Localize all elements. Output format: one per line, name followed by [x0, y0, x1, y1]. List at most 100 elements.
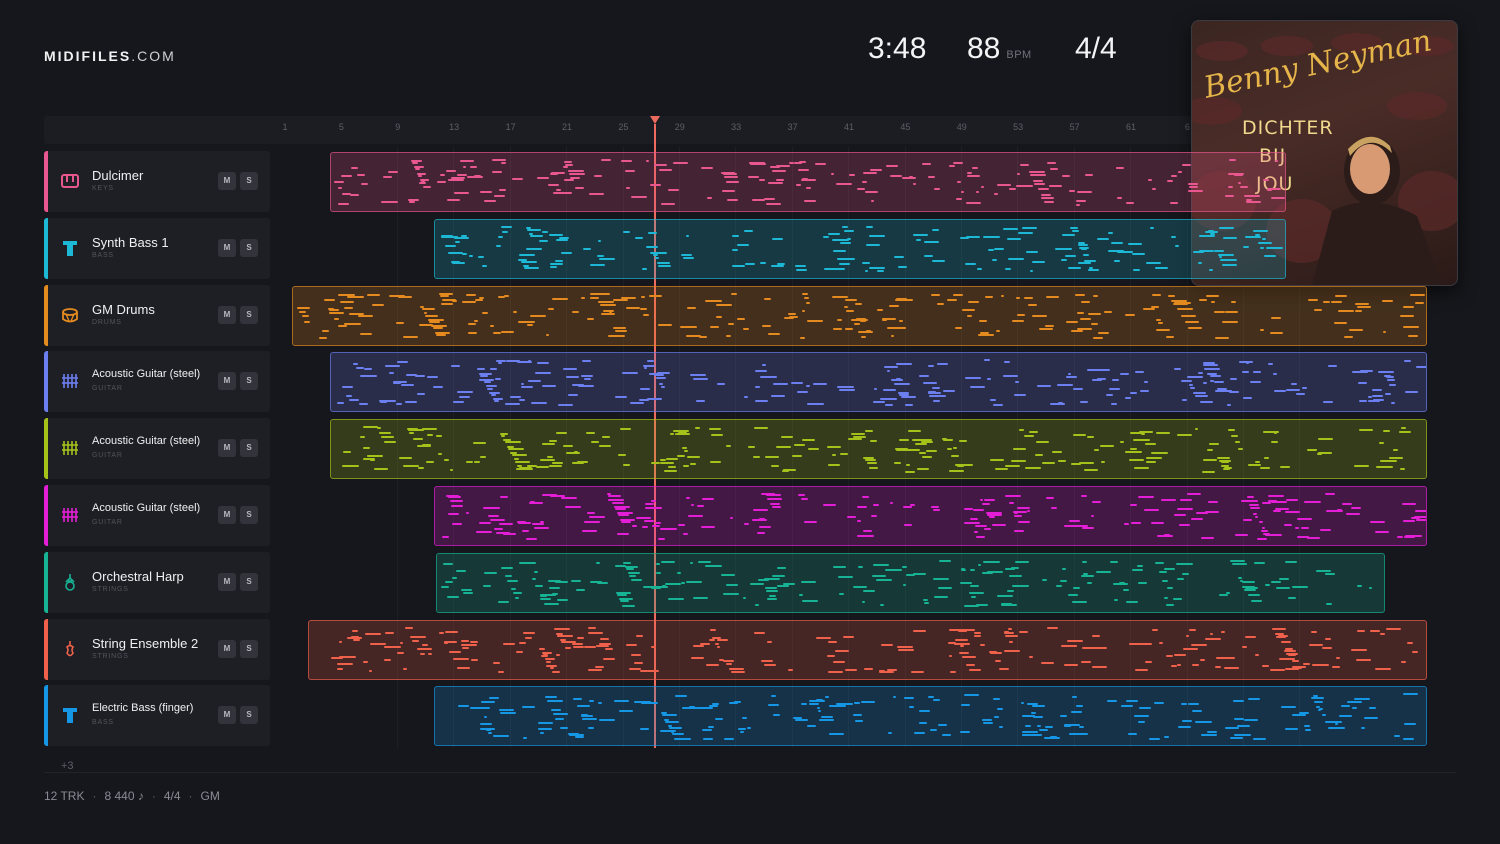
midi-note [936, 303, 945, 306]
midi-note [839, 452, 849, 455]
midi-note [1243, 245, 1249, 248]
midi-note [396, 402, 403, 405]
playhead-handle[interactable] [650, 116, 660, 124]
midi-note [461, 253, 467, 256]
midi-note [717, 460, 722, 463]
tempo-display: 88 BPM [967, 32, 1032, 66]
track-header[interactable]: GM Drums DRUMS M S [44, 284, 270, 346]
midi-note [771, 237, 784, 240]
midi-region[interactable] [434, 486, 1428, 546]
ruler-bar-label: 5 [338, 122, 344, 132]
midi-note [970, 386, 985, 389]
midi-note [1271, 580, 1281, 583]
midi-note [1119, 372, 1129, 375]
midi-note [597, 701, 602, 704]
midi-note [1382, 299, 1393, 302]
track-header[interactable]: Dulcimer KEYS M S [44, 151, 270, 212]
midi-region[interactable] [434, 686, 1428, 747]
more-tracks-label[interactable]: +3 [61, 760, 74, 772]
solo-button[interactable]: S [240, 238, 258, 257]
solo-button[interactable]: S [240, 172, 258, 190]
midi-note [639, 727, 650, 730]
midi-region[interactable] [330, 152, 1287, 212]
midi-note [511, 454, 527, 457]
mute-button[interactable]: M [218, 372, 236, 391]
midi-region[interactable] [307, 619, 1428, 680]
mute-button[interactable]: M [218, 572, 236, 591]
midi-note [1068, 266, 1082, 269]
midi-note [348, 399, 359, 402]
midi-note [754, 631, 766, 634]
solo-button[interactable]: S [240, 572, 258, 591]
midi-note [383, 658, 391, 661]
midi-note [526, 247, 542, 250]
track-header[interactable]: Synth Bass 1 BASS M S [44, 217, 270, 279]
midi-note [1169, 201, 1178, 204]
site-logo[interactable]: MIDIFILES.COM [44, 48, 176, 64]
mute-button[interactable]: M [218, 305, 236, 324]
mute-button[interactable]: M [218, 506, 236, 524]
midi-note [768, 595, 776, 598]
midi-note [818, 710, 822, 713]
midi-note [1322, 301, 1330, 304]
midi-note [1039, 728, 1048, 731]
midi-region[interactable] [292, 285, 1428, 346]
midi-note [1369, 521, 1386, 524]
time-signature: 4/4 [1075, 32, 1117, 65]
solo-button[interactable]: S [240, 706, 258, 725]
midi-note [544, 695, 557, 698]
midi-note [1177, 725, 1192, 728]
midi-note [1079, 318, 1092, 321]
midi-note [1024, 435, 1035, 438]
midi-note [951, 455, 960, 458]
midi-region[interactable] [435, 552, 1385, 613]
midi-note [500, 712, 516, 715]
solo-button[interactable]: S [240, 372, 258, 391]
midi-note [922, 598, 928, 601]
midi-region[interactable] [434, 218, 1287, 279]
midi-note [549, 586, 561, 589]
midi-note [1401, 426, 1407, 429]
midi-note [1267, 188, 1273, 191]
track-header[interactable]: Acoustic Guitar (steel) GUITAR M S [44, 418, 270, 480]
midi-note [447, 199, 460, 202]
midi-note [844, 230, 854, 233]
midi-note [1367, 396, 1373, 399]
midi-note [1060, 579, 1068, 582]
midi-note [758, 178, 766, 181]
mute-button[interactable]: M [218, 639, 236, 658]
midi-note [1172, 598, 1183, 601]
midi-standard: GM [200, 789, 220, 803]
midi-note [1046, 626, 1058, 629]
midi-note [1353, 464, 1369, 467]
guitar-icon [60, 505, 80, 525]
violin-icon [60, 639, 80, 659]
midi-note [524, 267, 540, 270]
solo-button[interactable]: S [240, 305, 258, 324]
midi-note [722, 189, 735, 192]
midi-note [570, 177, 581, 180]
midi-note [994, 716, 1000, 719]
mute-button[interactable]: M [218, 238, 236, 257]
mute-button[interactable]: M [218, 172, 236, 190]
midi-note [834, 650, 849, 652]
track-header[interactable]: Orchestral Harp STRINGS M S [44, 551, 270, 613]
mute-button[interactable]: M [218, 706, 236, 725]
midi-note [767, 182, 783, 185]
solo-button[interactable]: S [240, 506, 258, 524]
midi-note [549, 172, 559, 175]
solo-button[interactable]: S [240, 639, 258, 658]
track-header[interactable]: Acoustic Guitar (steel) GUITAR M S [44, 351, 270, 413]
mute-button[interactable]: M [218, 439, 236, 458]
midi-note [1211, 301, 1216, 304]
midi-region[interactable] [330, 419, 1428, 480]
midi-note [651, 500, 656, 503]
midi-note [952, 294, 964, 297]
track-header[interactable]: Electric Bass (finger) BASS M S [44, 685, 270, 747]
midi-note [933, 577, 949, 580]
track-header[interactable]: String Ensemble 2 STRINGS M S [44, 618, 270, 680]
midi-region[interactable] [330, 352, 1428, 413]
solo-button[interactable]: S [240, 439, 258, 458]
midi-note [781, 469, 790, 472]
track-header[interactable]: Acoustic Guitar (steel) GUITAR M S [44, 485, 270, 546]
